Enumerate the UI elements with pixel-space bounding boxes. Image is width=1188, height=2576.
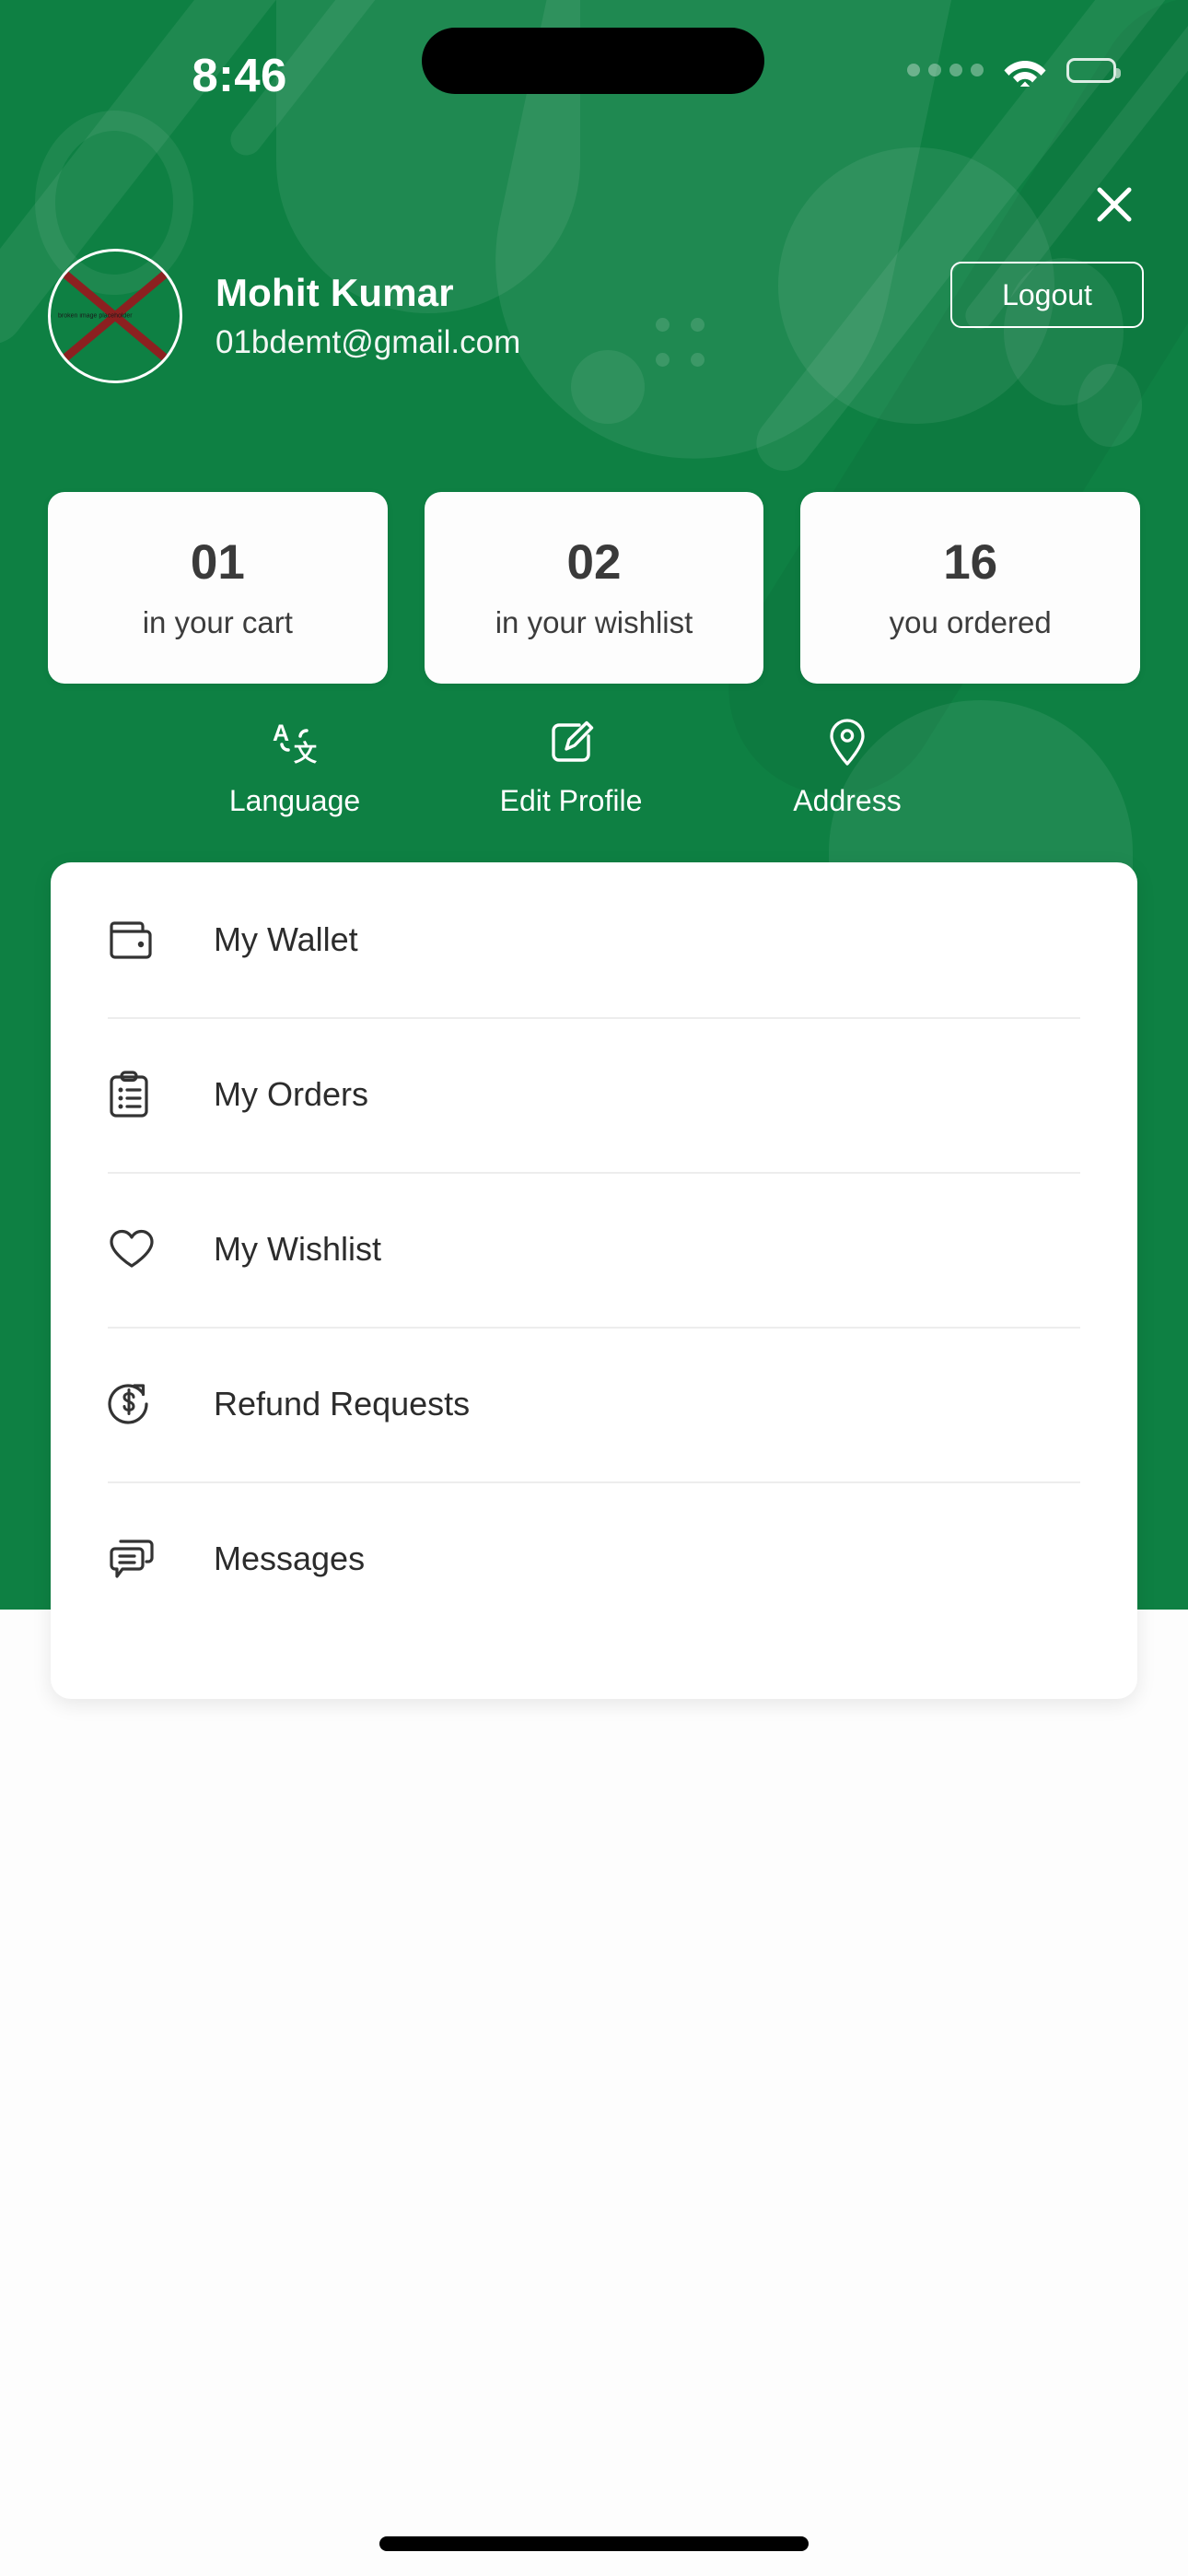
menu-item-label: Refund Requests [214,1385,471,1423]
home-indicator[interactable] [379,2536,809,2551]
quick-action-row: A 文 Language Edit Profile Address [157,717,985,815]
signal-dots-icon [907,64,984,76]
dynamic-island [422,28,764,94]
status-bar-time: 8:46 [192,49,287,101]
stat-card-wishlist[interactable]: 02 in your wishlist [424,492,764,684]
profile-text-block: Mohit Kumar 01bdemt@gmail.com [215,270,520,362]
menu-item-label: My Wishlist [214,1230,381,1268]
battery-full-icon [1066,57,1121,83]
menu-item-my-wishlist[interactable]: My Wishlist [108,1172,1080,1327]
stat-value: 16 [943,535,998,590]
stat-card-cart[interactable]: 01 in your cart [48,492,388,684]
chat-bubbles-icon [108,1537,165,1581]
avatar[interactable]: broken image placeholder [48,249,182,383]
edit-pencil-icon [548,717,594,768]
action-edit-profile[interactable]: Edit Profile [433,717,709,815]
wallet-icon [108,919,165,961]
menu-item-label: Messages [214,1540,366,1577]
menu-item-refund-requests[interactable]: Refund Requests [108,1327,1080,1481]
map-pin-icon [827,717,868,768]
menu-card: My Wallet My Orders My Wishlist Refund R… [51,862,1137,1699]
status-bar: 8:46 [0,0,1188,147]
app-screen: 8:46 broken image placeholder Mohit Kuma… [0,0,1188,2576]
stat-cards-row: 01 in your cart 02 in your wishlist 16 y… [48,492,1141,684]
avatar-alt-text: broken image placeholder [58,312,133,320]
stat-card-orders[interactable]: 16 you ordered [800,492,1141,684]
menu-item-messages[interactable]: Messages [108,1481,1080,1636]
clipboard-list-icon [108,1071,165,1118]
menu-item-my-wallet[interactable]: My Wallet [108,862,1080,1017]
menu-item-label: My Orders [214,1075,369,1113]
action-language[interactable]: A 文 Language [157,717,433,815]
action-label: Address [793,784,902,817]
action-label: Language [228,784,361,817]
svg-text:A: A [273,720,289,746]
profile-name: Mohit Kumar [215,270,454,314]
logout-button[interactable]: Logout [950,262,1144,328]
profile-row: broken image placeholder Mohit Kumar 01b… [48,247,1144,385]
action-label: Edit Profile [499,784,643,817]
refund-dollar-icon [108,1381,165,1427]
stat-value: 02 [566,535,622,590]
translate-icon: A 文 [270,717,320,768]
stat-value: 01 [190,535,245,590]
menu-item-label: My Wallet [214,920,358,958]
wifi-icon [1002,53,1048,87]
stat-label: in your wishlist [495,605,693,639]
stat-label: in your cart [142,605,293,639]
heart-icon [108,1228,165,1270]
status-bar-indicators [907,53,1121,87]
action-address[interactable]: Address [709,717,985,815]
close-icon[interactable] [1085,175,1144,234]
stat-label: you ordered [889,605,1052,639]
svg-text:文: 文 [294,740,318,767]
menu-item-my-orders[interactable]: My Orders [108,1017,1080,1172]
profile-email: 01bdemt@gmail.com [215,324,521,361]
